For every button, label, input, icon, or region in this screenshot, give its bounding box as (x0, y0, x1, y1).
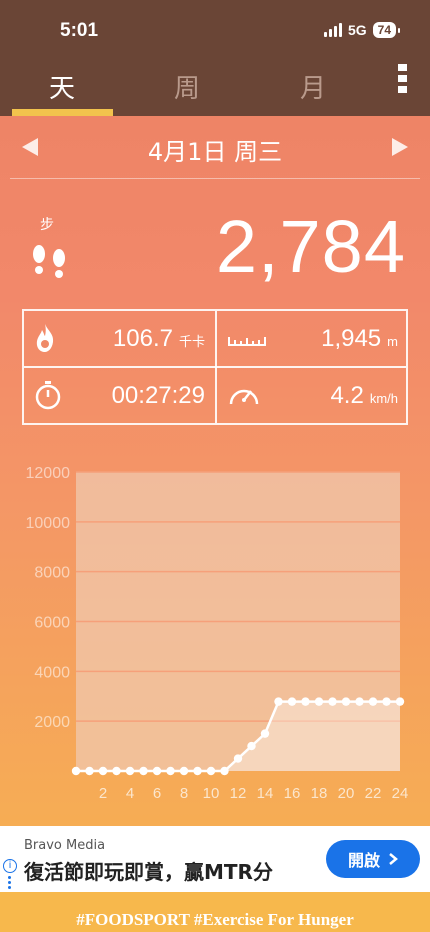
duration-cell: 00:27:29 (24, 368, 215, 423)
speed-cell: 4.2 km/h (217, 368, 408, 423)
calories-value: 106.7 (112, 325, 173, 352)
data-point (382, 697, 391, 706)
data-point (233, 754, 243, 763)
ad-options-icon[interactable] (8, 876, 11, 891)
y-tick-label: 4000 (34, 664, 70, 681)
distance-unit: m (387, 334, 398, 349)
data-point (125, 766, 135, 776)
main-panel: 4月1日 周三 步 2,784 106.7 千卡 1,945 m 00:27:2… (0, 116, 430, 826)
active-tab-indicator (12, 109, 113, 116)
ad-source: Bravo Media (24, 838, 106, 853)
status-indicators: 5G 74 (323, 22, 401, 38)
steps-chart: 200040006000800010000120002 4 6 8 10 12 14 16 18… (26, 465, 409, 802)
step-count: 2,784 (215, 205, 406, 288)
data-point (341, 697, 351, 706)
data-point (395, 697, 405, 706)
data-point (152, 766, 162, 776)
duration-value: 00:27:29 (111, 382, 205, 409)
x-tick-label: 6 (153, 785, 161, 802)
data-point (85, 766, 94, 776)
x-tick-label: 18 (311, 785, 328, 802)
signal-icon (323, 23, 342, 37)
footer-text: #FOODSPORT #Exercise For Hunger (76, 910, 354, 929)
period-tabs: 天 周 月 (0, 60, 430, 116)
data-point (71, 766, 81, 776)
stats-grid: 106.7 千卡 1,945 m 00:27:29 4.2 km/h (22, 309, 408, 425)
data-point (328, 697, 337, 706)
tab-day[interactable]: 天 (12, 68, 112, 105)
speed-value: 4.2 (330, 382, 364, 409)
footer-banner: #FOODSPORT #Exercise For Hunger (0, 892, 430, 932)
data-point (287, 697, 297, 706)
x-tick-label: 4 (126, 785, 134, 802)
y-tick-label: 8000 (34, 565, 70, 582)
ad-open-button[interactable]: 開啟 (326, 840, 420, 878)
y-tick-label: 10000 (26, 515, 71, 532)
footprints-icon (33, 245, 65, 278)
x-tick-label: 14 (257, 785, 274, 802)
tab-month[interactable]: 月 (263, 68, 363, 105)
data-point (220, 766, 229, 776)
x-tick-label: 8 (180, 785, 188, 802)
speed-unit: km/h (369, 391, 398, 406)
data-point (139, 766, 148, 776)
x-tick-label: 20 (338, 785, 355, 802)
calories-unit: 千卡 (178, 334, 205, 349)
x-tick-label: 22 (365, 785, 382, 802)
more-menu-icon[interactable] (398, 64, 410, 97)
distance-value: 1,945 (321, 325, 382, 352)
data-point (274, 697, 283, 706)
y-tick-label: 6000 (34, 615, 70, 632)
data-point (206, 766, 216, 776)
x-tick-label: 16 (284, 785, 301, 802)
top-bar: 5:01 5G 74 天 周 月 (0, 0, 430, 116)
calories-cell: 106.7 千卡 (24, 311, 215, 366)
battery-icon: 74 (372, 22, 401, 38)
x-tick-label: 10 (203, 785, 220, 802)
speedometer-icon (229, 389, 259, 405)
data-point (355, 697, 364, 706)
status-time: 5:01 (60, 20, 99, 41)
data-point (260, 729, 270, 738)
date-navigator: 4月1日 周三 (10, 116, 420, 179)
data-point (166, 766, 175, 776)
data-point (314, 697, 324, 706)
stopwatch-icon (35, 381, 61, 410)
data-point (112, 766, 121, 776)
data-point (368, 697, 378, 706)
data-point (98, 766, 108, 776)
x-tick-label: 12 (230, 785, 247, 802)
chevron-right-icon (389, 853, 398, 865)
x-tick-label: 2 (99, 785, 107, 802)
ad-open-label: 開啟 (347, 851, 380, 870)
network-label: 5G (347, 22, 367, 38)
y-tick-label: 12000 (26, 465, 71, 482)
ruler-icon (228, 337, 266, 346)
info-icon[interactable]: i (3, 859, 17, 873)
date-label: 4月1日 周三 (147, 138, 283, 166)
data-point (301, 697, 310, 706)
distance-cell: 1,945 m (217, 311, 408, 366)
y-tick-label: 2000 (34, 714, 70, 731)
data-point (179, 766, 189, 776)
data-point (247, 741, 256, 751)
tab-week[interactable]: 周 (137, 68, 237, 105)
next-day-arrow-icon[interactable] (392, 138, 408, 156)
ad-text: 復活節即玩即賞，贏MTR分 (24, 860, 273, 884)
ad-banner[interactable]: i Bravo Media 復活節即玩即賞，贏MTR分 開啟 (0, 826, 430, 892)
x-tick-label: 24 (392, 785, 409, 802)
steps-label: 步 (40, 217, 54, 233)
data-point (193, 766, 202, 776)
flame-icon (36, 324, 54, 352)
